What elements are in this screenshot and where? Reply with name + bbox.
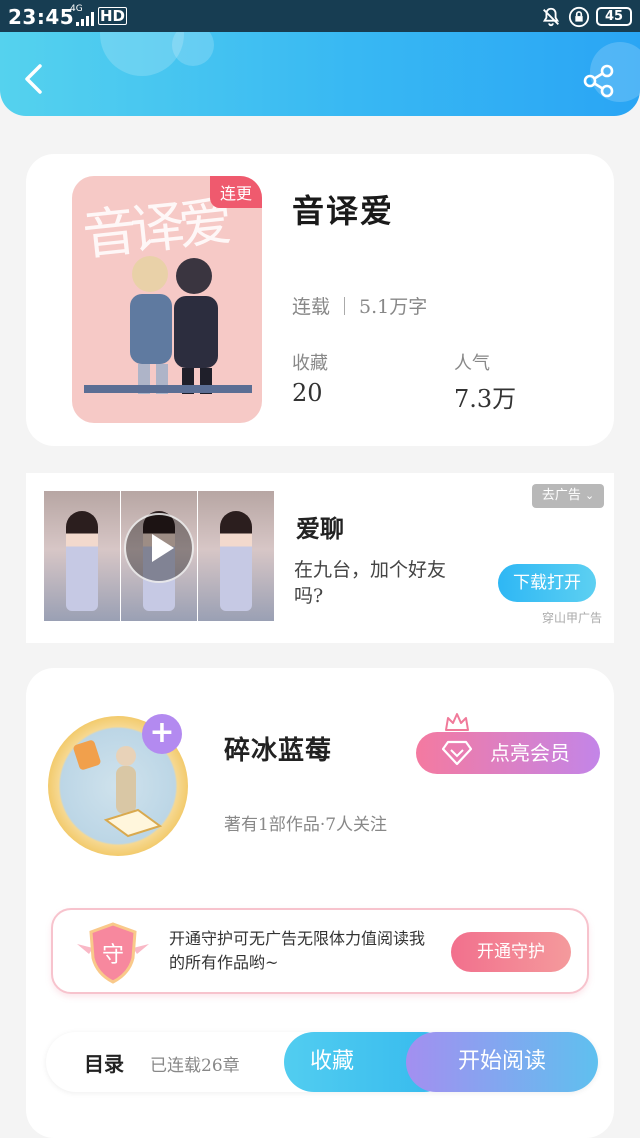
table-of-contents-link[interactable]: 目录	[84, 1048, 124, 1077]
guard-promo-box: 守 开通守护可无广告无限体力值阅读我的所有作品哟~ 开通守护	[51, 908, 589, 994]
favorites-label: 收藏	[292, 353, 328, 374]
vip-button-label: 点亮会员	[490, 741, 570, 765]
plus-icon: +	[149, 715, 175, 750]
remove-ad-button[interactable]: 去广告 ⌄	[532, 484, 604, 508]
book-info-card: 音译爱 连更 音译爱 连载 5.1万字 收藏 20 人气 7.3万	[26, 154, 614, 446]
favorites-value: 20	[292, 379, 323, 407]
download-open-button[interactable]: 下载打开	[498, 564, 596, 602]
crown-icon	[445, 713, 469, 731]
diamond-icon	[442, 740, 472, 766]
book-meta: 连载 5.1万字	[292, 292, 427, 319]
ad-video-thumbnail[interactable]	[44, 491, 274, 621]
ad-thumb-frame	[44, 491, 120, 621]
signal-icon	[76, 12, 94, 26]
activate-vip-button[interactable]: 点亮会员	[416, 732, 600, 774]
follow-plus-button[interactable]: +	[142, 714, 182, 754]
ad-thumb-frame	[198, 491, 274, 621]
guard-shield-icon: 守	[77, 922, 149, 984]
bell-off-icon	[542, 7, 560, 27]
guard-promo-text: 开通守护可无广告无限体力值阅读我的所有作品哟~	[169, 929, 426, 972]
cover-badge: 连更	[209, 176, 262, 208]
share-icon[interactable]	[582, 64, 616, 98]
status-time: 23:45	[8, 5, 75, 29]
back-arrow-icon[interactable]	[20, 62, 50, 96]
status-bar: 23:45 4G HD 45	[0, 0, 640, 32]
author-name: 碎冰蓝莓	[224, 736, 333, 766]
ad-description: 在九台，加个好友吗?	[294, 559, 447, 607]
book-title: 音译爱	[292, 192, 395, 230]
book-status: 连载	[292, 296, 331, 318]
play-icon[interactable]	[124, 513, 194, 583]
hd-indicator: HD	[98, 7, 128, 25]
decor-bubble	[100, 32, 184, 76]
start-reading-button[interactable]: 开始阅读	[406, 1032, 598, 1092]
battery-indicator: 45	[596, 7, 632, 26]
chapter-count[interactable]: 已连载26章	[150, 1051, 240, 1076]
meta-divider	[344, 297, 346, 315]
ad-source: 穿山甲广告	[542, 611, 603, 625]
popularity-label: 人气	[454, 353, 490, 374]
cover-strip	[84, 385, 252, 393]
lock-icon	[568, 6, 590, 28]
ad-card[interactable]: 爱聊 在九台，加个好友吗? 去广告 ⌄ 下载打开 穿山甲广告	[26, 473, 614, 643]
open-guard-button[interactable]: 开通守护	[451, 932, 571, 972]
book-cover[interactable]: 音译爱 连更	[72, 176, 262, 423]
ad-title: 爱聊	[296, 514, 344, 543]
popularity-value: 7.3万	[454, 385, 517, 413]
cover-illustration	[130, 256, 218, 394]
author-info: 著有1部作品·7人关注	[224, 815, 388, 835]
book-word-count: 5.1万字	[359, 296, 428, 318]
decor-bubble	[172, 32, 214, 66]
guard-badge-text: 守	[102, 943, 124, 968]
bottom-action-bar: 目录 已连载26章 收藏 开始阅读	[46, 1032, 598, 1092]
app-header	[0, 32, 640, 116]
remove-ad-label: 去广告	[541, 488, 581, 503]
chevron-down-icon: ⌄	[584, 489, 595, 502]
